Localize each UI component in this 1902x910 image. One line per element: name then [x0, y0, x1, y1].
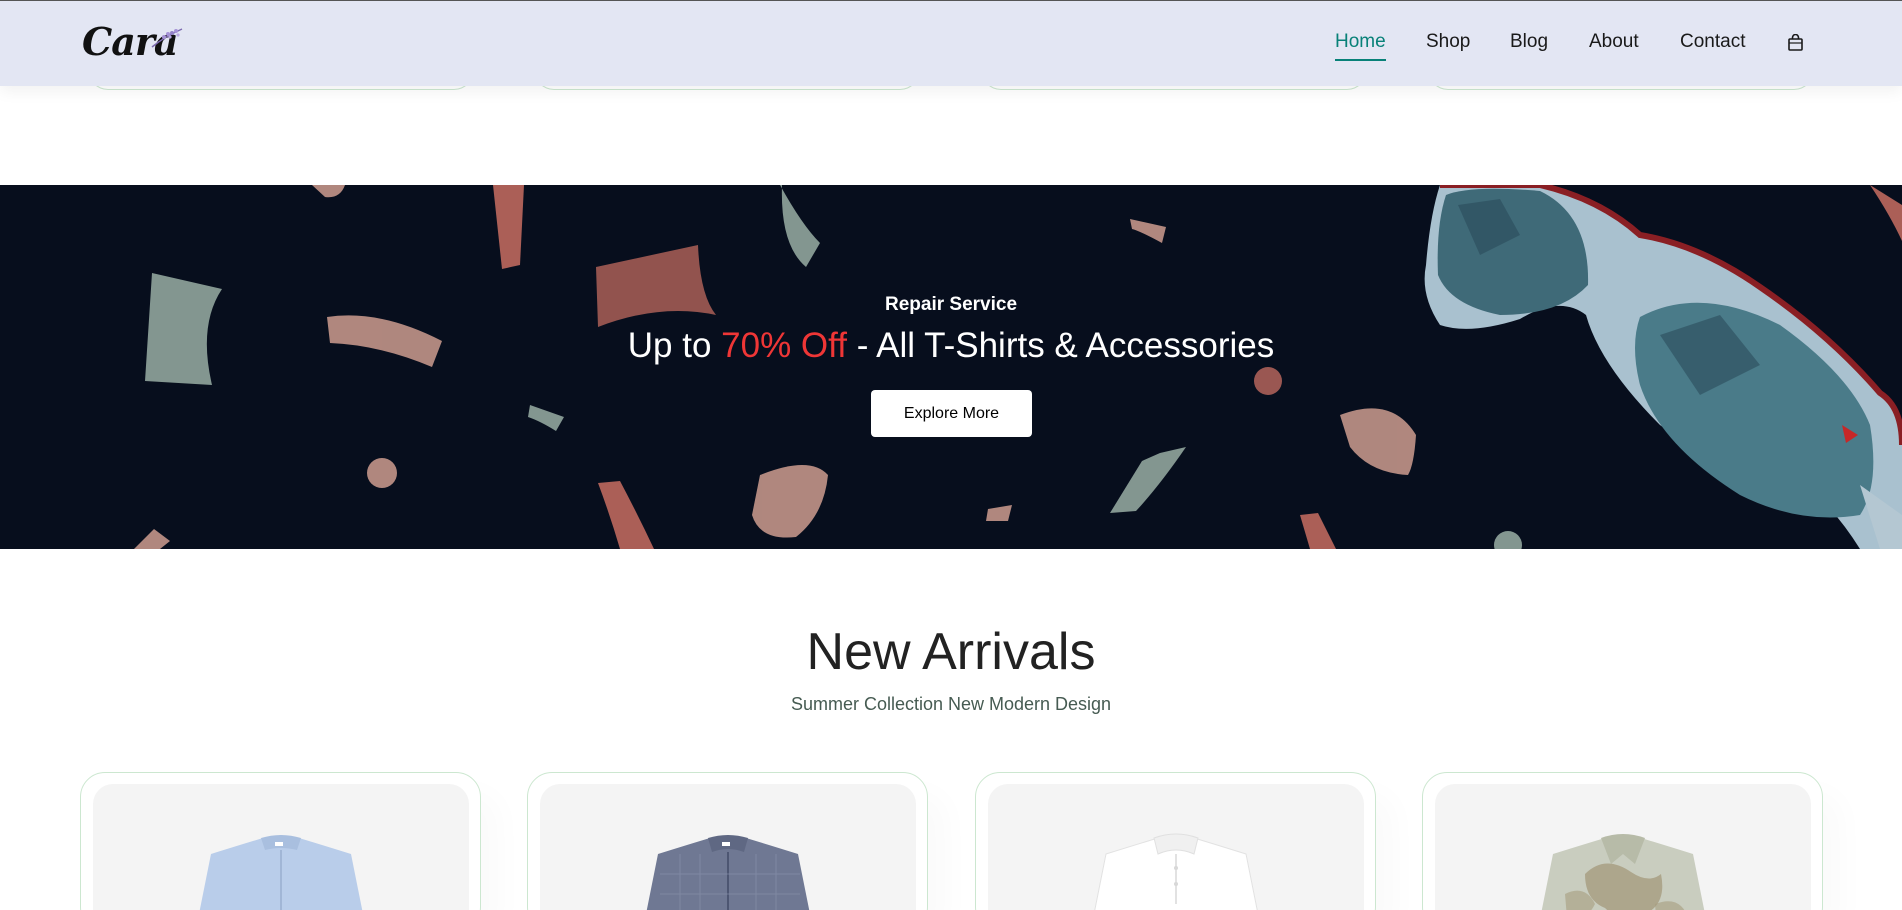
product-card[interactable] — [1422, 772, 1823, 910]
floral-print-shirt-image — [1541, 834, 1705, 910]
product-image[interactable] — [93, 784, 469, 910]
shopping-bag-icon[interactable] — [1788, 34, 1803, 51]
promo-banner: Repair Service Up to 70% Off - All T-Shi… — [0, 185, 1902, 549]
site-header: Cara Home Shop Blog About Contact — [0, 0, 1902, 86]
product-card[interactable] — [527, 772, 928, 910]
section-subtitle: Summer Collection New Modern Design — [790, 694, 1112, 714]
nav-about[interactable]: About — [1589, 31, 1639, 53]
product-card[interactable] — [975, 772, 1376, 910]
light-blue-shirt-image — [199, 835, 363, 910]
sunglasses-image — [1424, 185, 1902, 549]
section-title: New Arrivals — [806, 623, 1096, 681]
lavender-logo-icon — [151, 28, 183, 48]
white-shirt-image — [1094, 833, 1258, 910]
navy-check-shirt-image — [646, 835, 810, 910]
nav-home[interactable]: Home — [1335, 31, 1386, 61]
banner-subtitle: Repair Service — [884, 294, 1018, 315]
nav-contact[interactable]: Contact — [1680, 31, 1745, 53]
product-image[interactable] — [540, 784, 916, 910]
banner-title: Up to 70% Off - All T-Shirts & Accessori… — [0, 326, 1902, 366]
logo[interactable]: Cara — [82, 19, 183, 65]
explore-more-button[interactable]: Explore More — [871, 390, 1032, 437]
banner-title-suffix: - All T-Shirts & Accessories — [846, 326, 1275, 365]
banner-title-highlight: 70% Off — [721, 326, 847, 365]
nav-shop[interactable]: Shop — [1426, 31, 1470, 53]
product-image[interactable] — [988, 784, 1364, 910]
product-card[interactable] — [80, 772, 481, 910]
confetti-pattern — [134, 185, 1902, 549]
banner-title-prefix: Up to — [627, 326, 722, 365]
product-image[interactable] — [1435, 784, 1811, 910]
nav-blog[interactable]: Blog — [1510, 31, 1548, 53]
